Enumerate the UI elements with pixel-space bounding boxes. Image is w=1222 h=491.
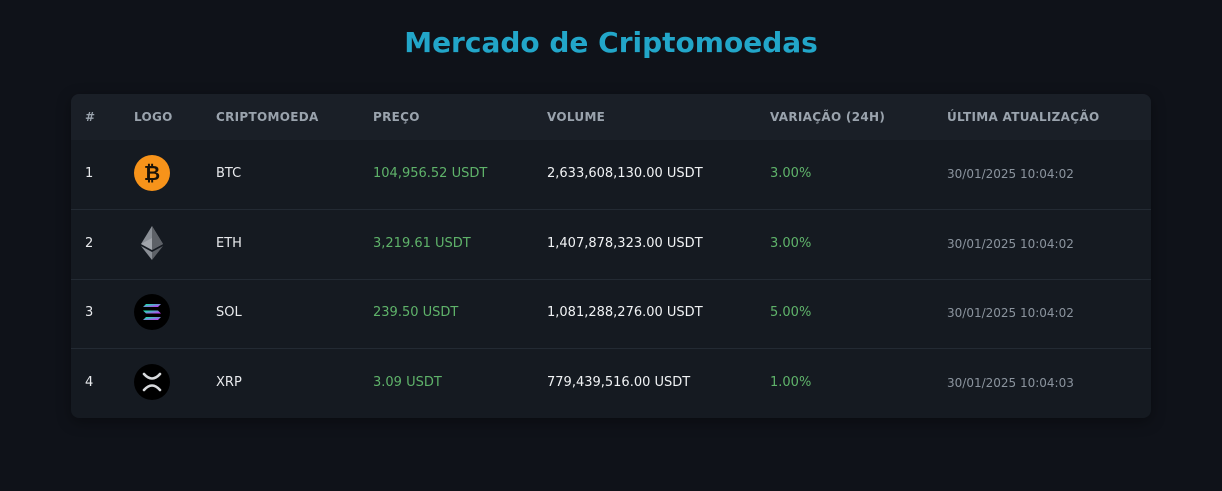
- column-header-logo: LOGO: [134, 110, 173, 124]
- table-row: 1 ₿ BTC 104,956.52 USDT 2,633,608,130.00…: [71, 140, 1151, 210]
- column-header-change: VARIAÇÃO (24H): [770, 110, 886, 124]
- rank-cell: 4: [85, 375, 94, 390]
- svg-text:₿: ₿: [144, 161, 160, 185]
- volume-cell: 2,633,608,130.00 USDT: [547, 166, 703, 181]
- price-cell: 3,219.61 USDT: [373, 236, 471, 251]
- crypto-market-table: # LOGO CRIPTOMOEDA PREÇO VOLUME VARIAÇÃO…: [71, 94, 1151, 418]
- bitcoin-icon: ₿: [134, 155, 170, 191]
- price-cell: 104,956.52 USDT: [373, 166, 488, 181]
- table-row: 4 XRP 3.09 USDT 779,439,516.00 USDT 1.00…: [71, 349, 1151, 418]
- volume-cell: 1,407,878,323.00 USDT: [547, 236, 703, 251]
- solana-icon: [134, 294, 170, 330]
- table-row: 3 SOL 239.50 USDT 1,081,288,276.00 USDT …: [71, 279, 1151, 349]
- updated-cell: 30/01/2025 10:04:02: [947, 167, 1074, 181]
- column-header-updated: ÚLTIMA ATUALIZAÇÃO: [947, 110, 1100, 124]
- price-cell: 3.09 USDT: [373, 375, 442, 390]
- volume-cell: 1,081,288,276.00 USDT: [547, 305, 703, 320]
- column-header-volume: VOLUME: [547, 110, 606, 124]
- change-cell: 1.00%: [770, 375, 812, 390]
- change-cell: 3.00%: [770, 166, 812, 181]
- ethereum-icon: [134, 225, 170, 261]
- rank-cell: 3: [85, 305, 94, 320]
- price-cell: 239.50 USDT: [373, 305, 459, 320]
- change-cell: 3.00%: [770, 236, 812, 251]
- symbol-cell: BTC: [216, 166, 242, 181]
- column-header-price: PREÇO: [373, 110, 420, 124]
- xrp-icon: [134, 364, 170, 400]
- change-cell: 5.00%: [770, 305, 812, 320]
- updated-cell: 30/01/2025 10:04:03: [947, 376, 1074, 390]
- updated-cell: 30/01/2025 10:04:02: [947, 237, 1074, 251]
- page-title: Mercado de Criptomoedas: [404, 26, 818, 59]
- rank-cell: 1: [85, 166, 94, 181]
- volume-cell: 779,439,516.00 USDT: [547, 375, 691, 390]
- symbol-cell: ETH: [216, 236, 242, 251]
- updated-cell: 30/01/2025 10:04:02: [947, 306, 1074, 320]
- rank-cell: 2: [85, 236, 94, 251]
- column-header-rank: #: [85, 110, 96, 124]
- column-header-crypto: CRIPTOMOEDA: [216, 110, 319, 124]
- symbol-cell: XRP: [216, 375, 242, 390]
- symbol-cell: SOL: [216, 305, 242, 320]
- table-header: # LOGO CRIPTOMOEDA PREÇO VOLUME VARIAÇÃO…: [71, 94, 1151, 140]
- table-row: 2 ETH 3,219.61 USDT 1,407,878,323.00 USD…: [71, 210, 1151, 280]
